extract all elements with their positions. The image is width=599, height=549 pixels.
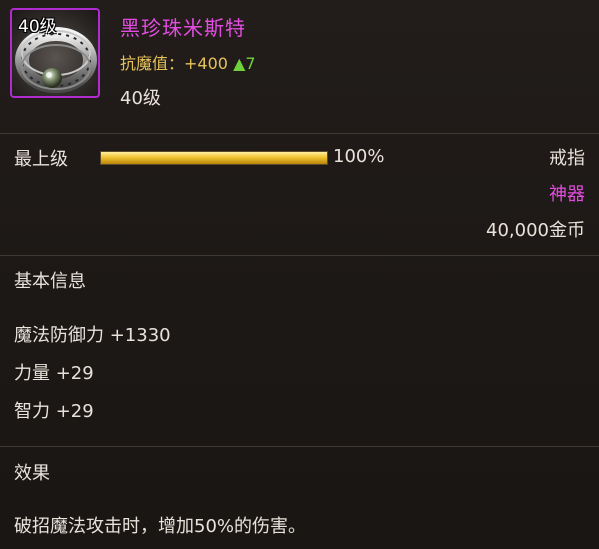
item-icon-frame[interactable]: 40级 — [10, 8, 100, 98]
item-price: 40,000金币 — [486, 220, 585, 241]
item-rarity: 神器 — [549, 184, 585, 205]
divider — [0, 133, 599, 134]
attribute-line: 魔法防御力 +1330 — [14, 325, 171, 346]
main-stat-line: 抗魔值：+400 ▲7 — [120, 50, 256, 74]
main-stat-label: 抗魔值： — [120, 54, 185, 73]
item-name: 黑珍珠米斯特 — [120, 16, 246, 40]
section-title-effect: 效果 — [14, 463, 50, 484]
enhance-progress-bar — [100, 151, 328, 165]
item-type: 戒指 — [549, 148, 585, 169]
icon-level-badge: 40级 — [18, 17, 57, 37]
item-tooltip-panel: 40级 黑珍珠米斯特 抗魔值：+400 ▲7 40级 最上级 100% 戒指 神… — [0, 0, 599, 549]
enhance-grade-label: 最上级 — [14, 149, 68, 170]
divider — [0, 446, 599, 447]
main-stat-value: +400 — [184, 54, 228, 73]
stat-increase-indicator: ▲7 — [233, 54, 256, 73]
effect-description: 破招魔法攻击时，增加50%的伤害。 — [14, 516, 307, 537]
divider — [0, 255, 599, 256]
section-title-basic-info: 基本信息 — [14, 271, 86, 292]
required-level: 40级 — [120, 88, 161, 109]
enhance-percent: 100% — [333, 146, 385, 167]
attribute-line: 力量 +29 — [14, 363, 94, 384]
enhance-progress-fill — [101, 152, 327, 164]
attribute-line: 智力 +29 — [14, 401, 94, 422]
